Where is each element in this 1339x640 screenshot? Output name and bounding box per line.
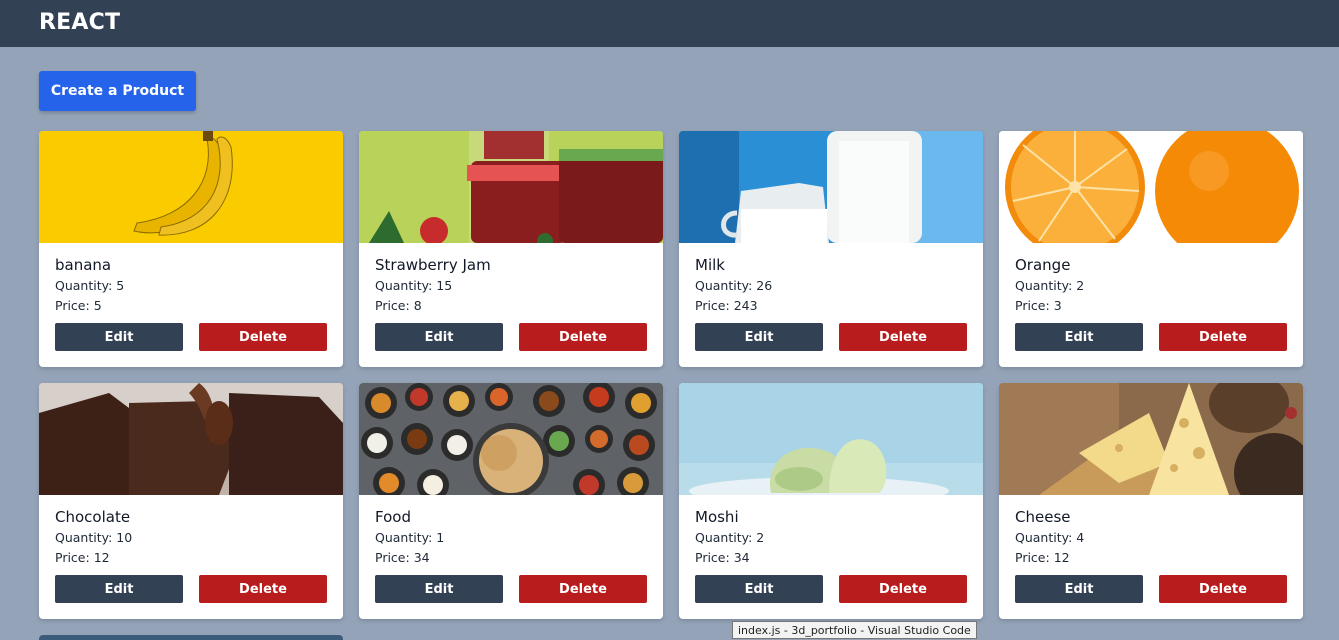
product-price: Price: 12 (1015, 550, 1070, 565)
price-label: Price: (695, 298, 734, 313)
quantity-label: Quantity: (1015, 530, 1077, 545)
quantity-value: 15 (436, 278, 453, 293)
price-label: Price: (1015, 298, 1054, 313)
taskbar-tooltip: index.js - 3d_portfolio - Visual Studio … (732, 621, 977, 639)
product-price: Price: 34 (695, 550, 750, 565)
price-value: 243 (733, 298, 758, 313)
quantity-label: Quantity: (55, 278, 117, 293)
price-label: Price: (55, 550, 94, 565)
product-price: Price: 12 (55, 550, 110, 565)
product-image (39, 131, 343, 243)
product-name: Milk (695, 256, 725, 274)
delete-button[interactable]: Delete (519, 575, 647, 603)
product-price: Price: 243 (695, 298, 758, 313)
delete-button[interactable]: Delete (519, 323, 647, 351)
product-price: Price: 8 (375, 298, 422, 313)
quantity-value: 10 (116, 530, 133, 545)
product-card: Milk Quantity: 26 Price: 243 Edit Delete (679, 131, 983, 367)
price-value: 34 (413, 550, 430, 565)
product-name: Chocolate (55, 508, 131, 526)
quantity-value: 1 (436, 530, 445, 545)
product-card: Orange Quantity: 2 Price: 3 Edit Delete (999, 131, 1303, 367)
product-price: Price: 3 (1015, 298, 1062, 313)
product-quantity: Quantity: 2 (695, 530, 764, 545)
edit-button[interactable]: Edit (375, 323, 503, 351)
product-image (999, 131, 1303, 243)
product-quantity: Quantity: 26 (695, 278, 772, 293)
product-image (679, 383, 983, 495)
product-quantity: Quantity: 4 (1015, 530, 1084, 545)
product-quantity: Quantity: 10 (55, 530, 132, 545)
product-name: Moshi (695, 508, 739, 526)
edit-button[interactable]: Edit (55, 575, 183, 603)
product-name: Orange (1015, 256, 1071, 274)
product-quantity: Quantity: 1 (375, 530, 444, 545)
quantity-value: 5 (116, 278, 125, 293)
price-value: 3 (1053, 298, 1062, 313)
product-card-partial (39, 635, 343, 640)
product-image (39, 383, 343, 495)
product-card: banana Quantity: 5 Price: 5 Edit Delete (39, 131, 343, 367)
delete-button[interactable]: Delete (839, 323, 967, 351)
product-image (679, 131, 983, 243)
quantity-label: Quantity: (695, 278, 757, 293)
brand-logo[interactable]: REACT (39, 10, 120, 35)
delete-button[interactable]: Delete (1159, 575, 1287, 603)
edit-button[interactable]: Edit (1015, 575, 1143, 603)
product-card: Chocolate Quantity: 10 Price: 12 Edit Delete (39, 383, 343, 619)
edit-button[interactable]: Edit (1015, 323, 1143, 351)
product-name: banana (55, 256, 112, 274)
price-value: 12 (1053, 550, 1070, 565)
quantity-label: Quantity: (695, 530, 757, 545)
price-label: Price: (695, 550, 734, 565)
quantity-label: Quantity: (375, 278, 437, 293)
quantity-value: 4 (1076, 530, 1085, 545)
create-product-button[interactable]: Create a Product (39, 71, 196, 111)
price-value: 8 (413, 298, 422, 313)
product-card: Food Quantity: 1 Price: 34 Edit Delete (359, 383, 663, 619)
product-image (359, 131, 663, 243)
product-name: Strawberry Jam (375, 256, 491, 274)
quantity-value: 26 (756, 278, 773, 293)
product-quantity: Quantity: 2 (1015, 278, 1084, 293)
product-card: Cheese Quantity: 4 Price: 12 Edit Delete (999, 383, 1303, 619)
product-price: Price: 5 (55, 298, 102, 313)
navbar: REACT (0, 0, 1339, 47)
quantity-value: 2 (756, 530, 765, 545)
quantity-label: Quantity: (375, 530, 437, 545)
quantity-label: Quantity: (1015, 278, 1077, 293)
price-value: 12 (93, 550, 110, 565)
product-image (999, 383, 1303, 495)
edit-button[interactable]: Edit (55, 323, 183, 351)
price-value: 5 (93, 298, 102, 313)
delete-button[interactable]: Delete (1159, 323, 1287, 351)
price-label: Price: (1015, 550, 1054, 565)
price-value: 34 (733, 550, 750, 565)
edit-button[interactable]: Edit (695, 323, 823, 351)
edit-button[interactable]: Edit (375, 575, 503, 603)
product-price: Price: 34 (375, 550, 430, 565)
edit-button[interactable]: Edit (695, 575, 823, 603)
price-label: Price: (375, 550, 414, 565)
quantity-value: 2 (1076, 278, 1085, 293)
delete-button[interactable]: Delete (199, 323, 327, 351)
price-label: Price: (375, 298, 414, 313)
delete-button[interactable]: Delete (839, 575, 967, 603)
product-quantity: Quantity: 15 (375, 278, 452, 293)
product-name: Food (375, 508, 411, 526)
product-name: Cheese (1015, 508, 1071, 526)
quantity-label: Quantity: (55, 530, 117, 545)
product-image (359, 383, 663, 495)
product-card: Moshi Quantity: 2 Price: 34 Edit Delete (679, 383, 983, 619)
price-label: Price: (55, 298, 94, 313)
delete-button[interactable]: Delete (199, 575, 327, 603)
product-quantity: Quantity: 5 (55, 278, 124, 293)
product-card: Strawberry Jam Quantity: 15 Price: 8 Edit De… (359, 131, 663, 367)
